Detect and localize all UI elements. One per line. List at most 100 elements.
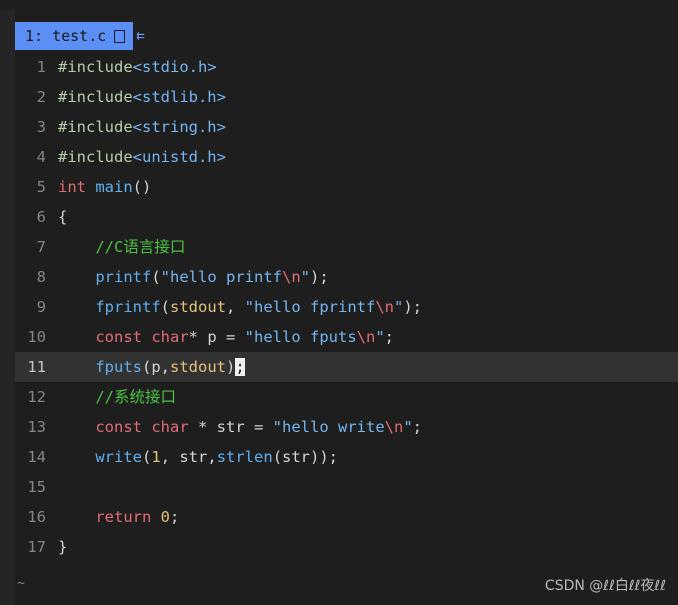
watermark: CSDN @ℓℓ白ℓℓ夜ℓℓ — [544, 578, 666, 594]
code-line[interactable]: 9 fprintf(stdout, "hello fprintf\n"); — [15, 292, 678, 322]
code-token: #include — [58, 118, 133, 136]
code-line[interactable]: 2 #include<stdlib.h> — [15, 82, 678, 112]
code-token: ); — [403, 298, 423, 316]
line-text: //C语言接口 — [58, 232, 185, 262]
code-token: () — [132, 178, 152, 196]
line-number: 5 — [36, 178, 46, 196]
code-token: <string.h> — [132, 118, 226, 136]
code-token: strlen — [216, 448, 273, 466]
line-number: 11 — [27, 358, 46, 376]
code-token: #include — [58, 58, 133, 76]
vim-editor[interactable]: 1: test.c ⇇ 1 #include<stdio.h> 2 #include<… — [15, 10, 678, 605]
code-line[interactable]: 14 write(1, str,strlen(str)); — [15, 442, 678, 472]
code-token: "hello write — [272, 418, 385, 436]
line-text: { — [58, 202, 67, 232]
code-token: fprintf — [95, 298, 161, 316]
code-token: <stdlib.h> — [132, 88, 226, 106]
code-token: return — [95, 508, 152, 526]
line-number: 4 — [36, 148, 46, 166]
code-token: fputs — [95, 358, 142, 376]
code-token: \n — [375, 298, 394, 316]
split-icon[interactable]: ⇇ — [136, 22, 144, 50]
code-token: ( — [142, 448, 152, 466]
code-token: char — [151, 328, 189, 346]
code-token: write — [95, 448, 142, 466]
line-number: 13 — [27, 418, 46, 436]
code-token: (str)); — [272, 448, 339, 466]
line-text: const char* p = "hello fputs\n"; — [58, 322, 394, 352]
line-number: 17 — [27, 538, 46, 556]
line-text: #include<unistd.h> — [58, 142, 226, 172]
code-token: main — [95, 178, 133, 196]
code-token: \n — [356, 328, 376, 346]
line-text: write(1, str,strlen(str)); — [58, 442, 338, 472]
code-token: ; — [384, 328, 395, 346]
code-line[interactable]: 4 #include<unistd.h> — [15, 142, 678, 172]
code-token: * p = — [188, 328, 245, 346]
code-area[interactable]: 1 #include<stdio.h> 2 #include<stdlib.h> 3 #i… — [15, 52, 678, 562]
code-token: 1 — [151, 448, 161, 466]
code-line[interactable]: 5 int main() — [15, 172, 678, 202]
code-line[interactable]: 10 const char* p = "hello fputs\n"; — [15, 322, 678, 352]
code-line[interactable]: 11 fputs(p,stdout); — [15, 352, 678, 382]
code-token: " — [300, 268, 311, 286]
line-number: 7 — [36, 238, 46, 256]
code-line[interactable]: 1 #include<stdio.h> — [15, 52, 678, 82]
tab-label: 1: test.c — [25, 27, 107, 45]
line-number: 10 — [27, 328, 46, 346]
code-line[interactable]: 3 #include<string.h> — [15, 112, 678, 142]
code-line[interactable]: 12 //系统接口 — [15, 382, 678, 412]
text-cursor: ; — [235, 358, 245, 376]
code-token: int — [58, 178, 86, 196]
code-token: " — [403, 418, 413, 436]
code-token: ; — [412, 418, 423, 436]
code-token: <unistd.h> — [132, 148, 226, 166]
code-token: "hello fputs — [244, 328, 357, 346]
code-token: #include — [58, 148, 133, 166]
tab-test-c[interactable]: 1: test.c — [15, 22, 134, 50]
code-line[interactable]: 17} — [15, 532, 678, 562]
line-text: } — [58, 532, 67, 562]
line-number: 6 — [36, 208, 46, 226]
tabline: 1: test.c ⇇ — [15, 22, 145, 50]
code-line[interactable]: 7 //C语言接口 — [15, 232, 678, 262]
line-text: const char * str = "hello write\n"; — [58, 412, 422, 442]
code-token: \n — [384, 418, 404, 436]
tab-modified-icon — [114, 29, 126, 43]
code-token: #include — [58, 88, 133, 106]
line-number: 14 — [27, 448, 46, 466]
line-text: int main() — [58, 172, 151, 202]
code-token: char — [151, 418, 189, 436]
empty-line-tilde: ~ — [17, 576, 25, 591]
code-line[interactable]: 6{ — [15, 202, 678, 232]
line-text: return 0; — [58, 502, 179, 532]
line-text: //系统接口 — [58, 382, 176, 412]
code-line[interactable]: 16 return 0; — [15, 502, 678, 532]
code-token: (p, — [142, 358, 170, 376]
code-token: ) — [226, 358, 236, 376]
code-line[interactable]: 15 — [15, 472, 678, 502]
code-token: printf — [95, 268, 152, 286]
code-token: "hello printf — [160, 268, 282, 286]
code-token: "hello fprintf — [244, 298, 376, 316]
code-line[interactable]: 8 printf("hello printf\n"); — [15, 262, 678, 292]
line-text: fprintf(stdout, "hello fprintf\n"); — [58, 292, 422, 322]
code-line[interactable]: 13 const char * str = "hello write\n"; — [15, 412, 678, 442]
line-number: 12 — [27, 388, 46, 406]
line-number: 2 — [36, 88, 46, 106]
code-token: stdout — [170, 358, 226, 376]
code-token: //C语言接口 — [95, 238, 186, 256]
line-number: 9 — [36, 298, 46, 316]
